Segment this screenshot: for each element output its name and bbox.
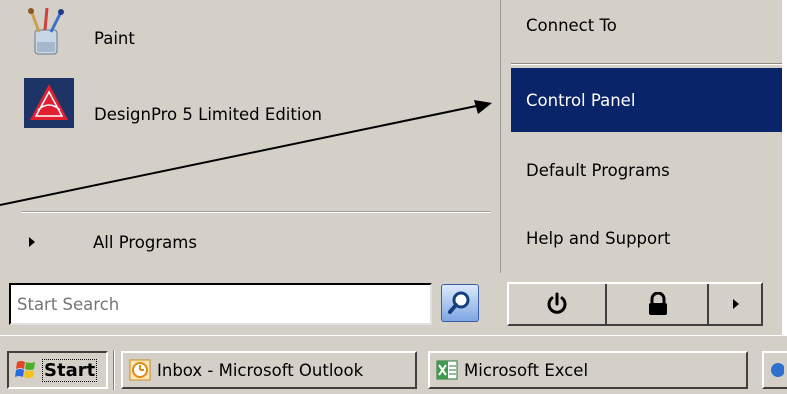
menu-item-label: Control Panel — [526, 90, 636, 110]
menu-item-control-panel[interactable]: Control Panel — [511, 68, 782, 132]
menu-item-label: Default Programs — [526, 160, 670, 180]
menu-item-label: Help and Support — [526, 228, 671, 248]
lock-button[interactable] — [609, 284, 709, 324]
designpro-icon — [24, 78, 74, 128]
arrow-right-icon — [733, 299, 739, 309]
program-label: DesignPro 5 Limited Edition — [94, 105, 322, 124]
menu-item-default-programs[interactable]: Default Programs — [511, 138, 782, 202]
menu-item-label: Connect To — [526, 16, 617, 35]
program-item-designpro[interactable]: DesignPro 5 Limited Edition — [0, 78, 500, 138]
taskbar-item-partial[interactable] — [762, 351, 787, 389]
start-label: Start — [41, 358, 98, 382]
app-icon — [771, 363, 785, 377]
program-label: Paint — [94, 29, 135, 48]
all-programs-label: All Programs — [93, 233, 197, 252]
programs-pane: Paint DesignPro 5 Limited Edition All Pr… — [0, 0, 500, 273]
power-button[interactable] — [509, 284, 607, 324]
search-button[interactable] — [441, 284, 479, 322]
windows-logo-icon — [15, 361, 35, 378]
taskbar-item-outlook[interactable]: Inbox - Microsoft Outlook — [121, 351, 417, 389]
magnifier-icon — [448, 291, 470, 314]
programs-divider — [22, 211, 490, 213]
taskbar-item-excel[interactable]: Microsoft Excel — [428, 351, 748, 389]
start-search-input[interactable] — [9, 283, 432, 325]
taskbar-item-label: Microsoft Excel — [464, 360, 589, 380]
arrow-right-icon — [29, 237, 35, 247]
menu-item-connect-to[interactable]: Connect To — [511, 0, 782, 58]
shutdown-options-button[interactable] — [711, 284, 761, 324]
start-button[interactable]: Start — [7, 351, 108, 389]
menu-edge — [782, 0, 787, 273]
taskbar-item-label: Inbox - Microsoft Outlook — [157, 360, 364, 380]
program-item-paint[interactable]: Paint — [0, 8, 500, 68]
places-divider — [511, 63, 782, 65]
power-icon — [547, 292, 567, 314]
outlook-icon — [129, 359, 151, 381]
taskbar-separator — [113, 350, 115, 390]
paint-icon — [28, 8, 64, 55]
power-button-group — [507, 282, 763, 326]
lock-icon — [649, 292, 667, 315]
excel-icon — [436, 360, 458, 380]
menu-item-help-and-support[interactable]: Help and Support — [511, 206, 782, 270]
all-programs-button[interactable]: All Programs — [0, 220, 500, 266]
